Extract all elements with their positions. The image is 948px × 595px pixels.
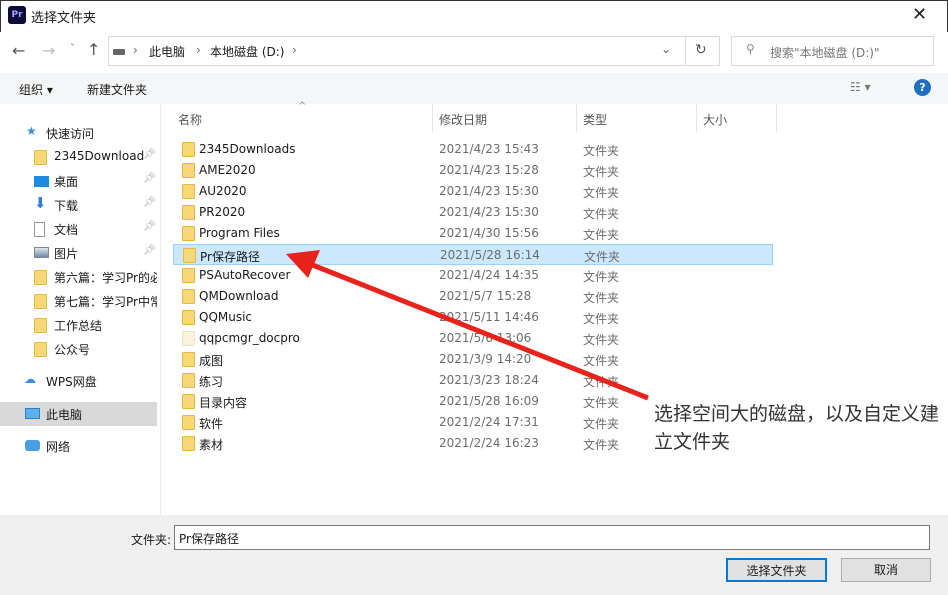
folder-name-input[interactable]: Pr保存路径 [174,525,930,550]
arrow-shaft [304,259,649,401]
annotation-text: 选择空间大的磁盘，以及自定义建立文件夹 [654,403,940,453]
cancel-button[interactable]: 取消 [841,558,931,582]
select-folder-button[interactable]: 选择文件夹 [726,558,827,582]
annotation-arrow [286,250,649,401]
folder-label: 文件夹: [131,533,172,547]
footer-panel: 文件夹: Pr保存路径 选择文件夹 取消 [0,515,948,595]
